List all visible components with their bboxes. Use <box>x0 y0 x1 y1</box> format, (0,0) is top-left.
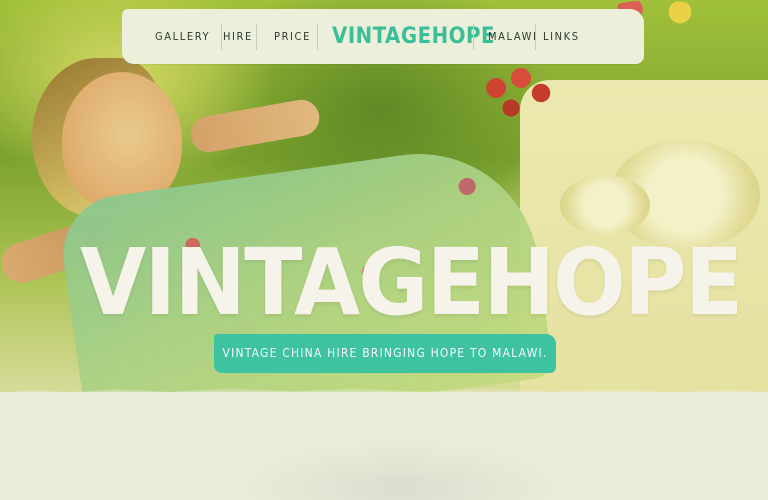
nav-price[interactable]: PRICE <box>274 9 311 64</box>
nav-separator <box>317 24 318 50</box>
nav-gallery[interactable]: GALLERY <box>155 9 210 64</box>
hero-tagline: VINTAGE CHINA HIRE BRINGING HOPE TO MALA… <box>214 334 556 373</box>
nav-separator <box>221 24 222 50</box>
nav-separator <box>473 24 474 50</box>
content-section <box>0 392 768 500</box>
nav-separator <box>535 24 536 50</box>
hero-title: VINTAGEHOPE <box>80 228 743 336</box>
faded-heading-graphic <box>240 440 560 500</box>
site-logo[interactable]: VINTAGEHOPE <box>332 9 495 64</box>
nav-malawi[interactable]: MALAWI <box>488 9 538 64</box>
nav-hire[interactable]: HIRE <box>223 9 253 64</box>
nav-separator <box>256 24 257 50</box>
top-navigation: GALLERY HIRE PRICE VINTAGEHOPE MALAWI LI… <box>122 9 644 64</box>
nav-links[interactable]: LINKS <box>543 9 580 64</box>
